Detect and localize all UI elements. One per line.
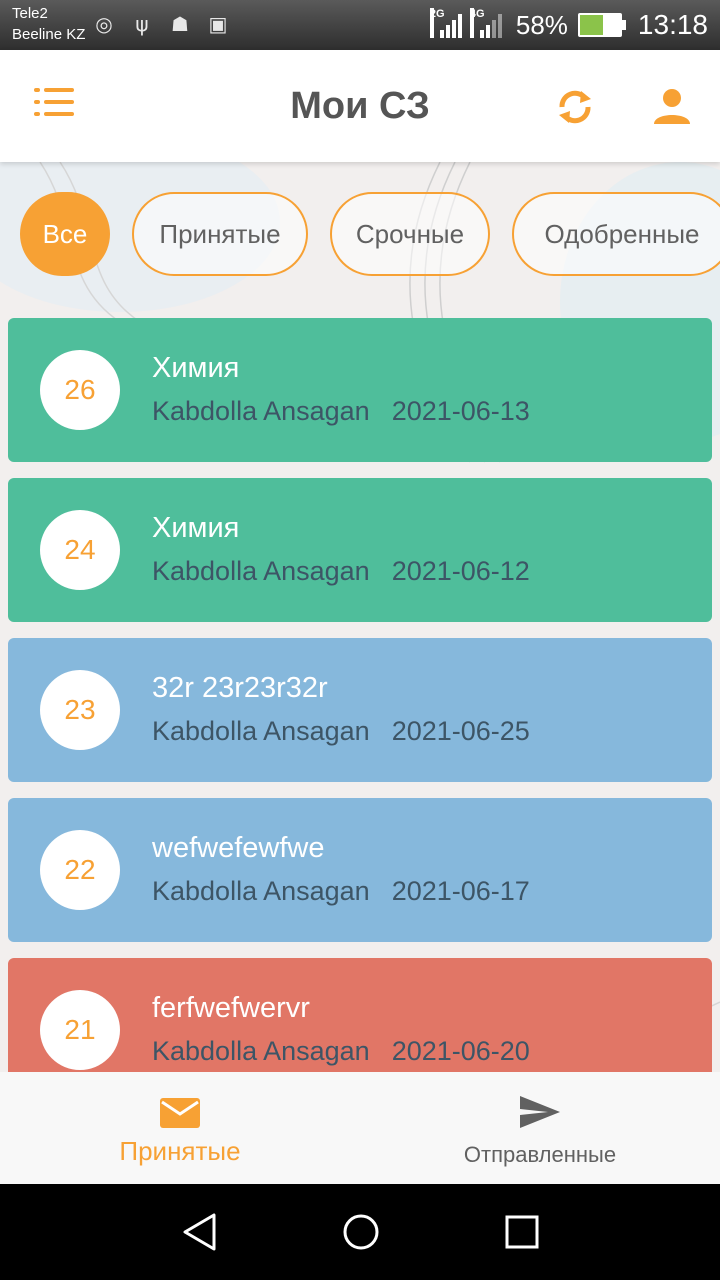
- list-item[interactable]: 21 ferfwefwervr Kabdolla Ansagan 2021-06-…: [8, 958, 712, 1072]
- back-icon[interactable]: [180, 1212, 220, 1252]
- filter-approved[interactable]: Одобренные: [512, 192, 720, 276]
- nav-sent[interactable]: Отправленные: [360, 1072, 720, 1184]
- filter-accepted[interactable]: Принятые: [132, 192, 308, 276]
- item-number: 24: [40, 510, 120, 590]
- carrier-2: Beeline KZ: [12, 26, 86, 43]
- item-title: 32r 23r23r32r: [152, 672, 328, 704]
- item-meta: Kabdolla Ansagan 2021-06-13: [152, 396, 530, 427]
- carrier-info: Tele2 Beeline KZ: [12, 3, 85, 45]
- status-bar: Tele2 Beeline KZ ◎ ψ ☗ ▣ 2G 4G 58% 13:18: [0, 0, 720, 50]
- signal-2g-icon: 2G: [429, 8, 466, 38]
- item-title: ferfwefwervr: [152, 992, 310, 1024]
- clock: 13:18: [637, 9, 708, 40]
- item-meta: Kabdolla Ansagan 2021-06-17: [152, 876, 530, 907]
- item-meta: Kabdolla Ansagan 2021-06-20: [152, 1036, 530, 1067]
- refresh-icon[interactable]: [554, 86, 596, 128]
- list-item[interactable]: 26 Химия Kabdolla Ansagan 2021-06-13: [8, 318, 712, 462]
- content-area[interactable]: Все Принятые Срочные Одобренные 26 Химия…: [0, 162, 720, 1072]
- android-icon: ☗: [171, 12, 189, 36]
- item-meta: Kabdolla Ansagan 2021-06-25: [152, 716, 530, 747]
- item-date: 2021-06-25: [391, 716, 530, 746]
- list-item[interactable]: 22 wefwefewfwe Kabdolla Ansagan 2021-06-1…: [8, 798, 712, 942]
- bottom-nav: Принятые Отправленные: [0, 1072, 720, 1184]
- system-nav-bar: [0, 1184, 720, 1280]
- network-label-2: 4G: [469, 8, 485, 38]
- item-date: 2021-06-20: [391, 1036, 530, 1066]
- item-author: Kabdolla Ansagan: [152, 876, 370, 906]
- send-icon: [520, 1096, 560, 1128]
- item-author: Kabdolla Ansagan: [152, 556, 370, 586]
- item-author: Kabdolla Ansagan: [152, 396, 370, 426]
- carrier-1: Tele2: [12, 5, 48, 22]
- item-title: Химия: [152, 352, 240, 384]
- status-right: 2G 4G 58% 13:18: [429, 0, 708, 50]
- nav-sent-label: Отправленные: [463, 1142, 617, 1167]
- nav-received[interactable]: Принятые: [0, 1072, 360, 1184]
- usb-icon: ψ: [135, 12, 149, 36]
- list-item[interactable]: 24 Химия Kabdolla Ansagan 2021-06-12: [8, 478, 712, 622]
- network-label-1: 2G: [429, 8, 445, 38]
- signal-4g-icon: 4G: [469, 8, 506, 38]
- item-number: 21: [40, 990, 120, 1070]
- list-item[interactable]: 23 32r 23r23r32r Kabdolla Ansagan 2021-06…: [8, 638, 712, 782]
- item-author: Kabdolla Ansagan: [152, 1036, 370, 1066]
- filter-chips: Все Принятые Срочные Одобренные: [20, 192, 720, 276]
- battery-icon: [577, 13, 626, 37]
- recents-icon[interactable]: [502, 1212, 542, 1252]
- mail-icon: [160, 1098, 200, 1128]
- page-title: Мои СЗ: [290, 85, 430, 127]
- filter-all[interactable]: Все: [20, 192, 110, 276]
- user-icon[interactable]: [652, 86, 692, 126]
- filter-urgent[interactable]: Срочные: [330, 192, 490, 276]
- menu-icon[interactable]: [34, 88, 78, 124]
- item-number: 23: [40, 670, 120, 750]
- item-title: Химия: [152, 512, 240, 544]
- nav-received-label: Принятые: [119, 1136, 241, 1166]
- item-date: 2021-06-13: [391, 396, 530, 426]
- app-bar: Мои СЗ: [0, 50, 720, 162]
- home-icon[interactable]: [341, 1212, 381, 1252]
- notification-icons: ◎ ψ ☗ ▣: [92, 12, 230, 36]
- item-date: 2021-06-17: [391, 876, 530, 906]
- item-meta: Kabdolla Ansagan 2021-06-12: [152, 556, 530, 587]
- item-author: Kabdolla Ansagan: [152, 716, 370, 746]
- item-title: wefwefewfwe: [152, 832, 325, 864]
- image-icon: ▣: [208, 12, 228, 36]
- item-date: 2021-06-12: [391, 556, 530, 586]
- battery-percent: 58%: [515, 9, 568, 40]
- item-number: 26: [40, 350, 120, 430]
- hotspot-icon: ◎: [95, 12, 113, 36]
- item-number: 22: [40, 830, 120, 910]
